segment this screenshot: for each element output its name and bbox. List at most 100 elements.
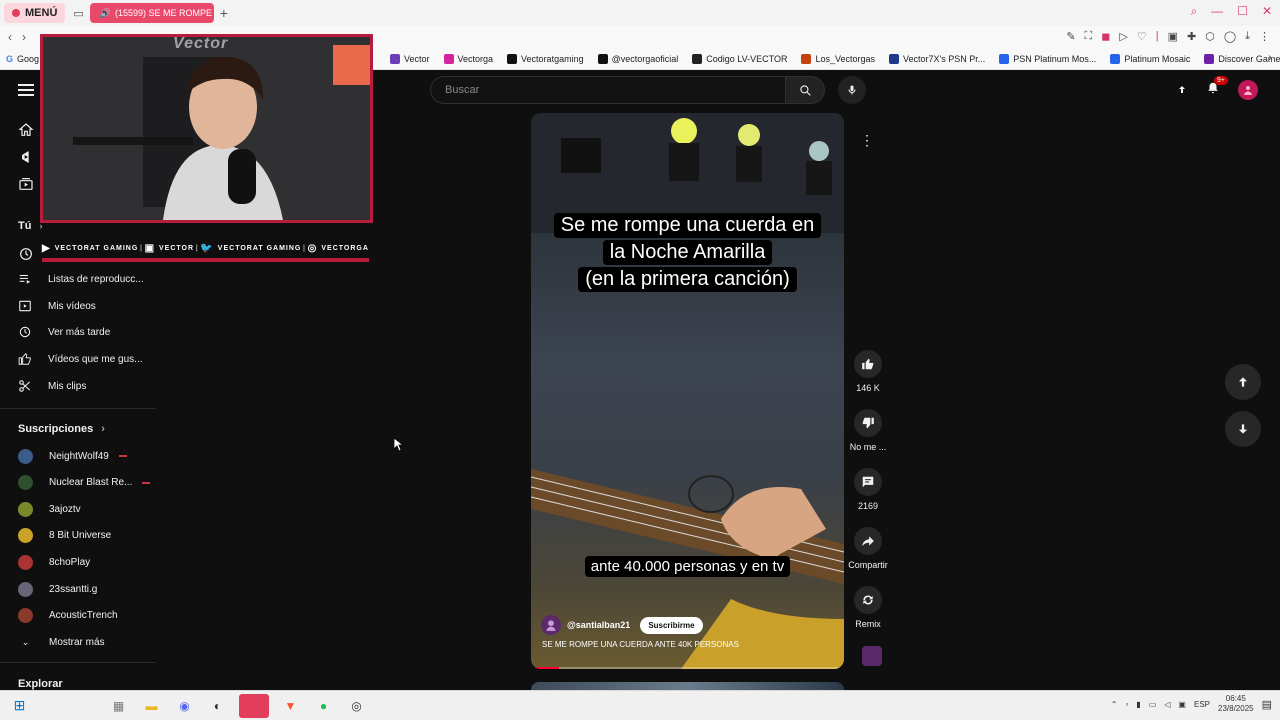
subscribe-button[interactable]: Suscribirme xyxy=(640,616,703,634)
bookmark-item[interactable]: Vector7X's PSN Pr... xyxy=(889,54,985,64)
playback-progress-bar[interactable] xyxy=(531,667,844,669)
spotify-icon[interactable]: ● xyxy=(312,695,335,717)
new-tab-plus-icon[interactable]: + xyxy=(220,5,228,21)
profile-icon[interactable]: ◯ xyxy=(1224,30,1236,43)
bookmark-item[interactable]: Vector xyxy=(390,54,430,64)
extension-d-icon[interactable]: ▣ xyxy=(1168,30,1178,43)
obs-icon[interactable]: ◎ xyxy=(345,695,368,717)
subscriptions-icon[interactable] xyxy=(18,176,34,192)
tray-ime-icon[interactable]: ▣ xyxy=(1178,700,1186,709)
bookmark-item[interactable]: @vectorgaoficial xyxy=(597,54,678,64)
brave-icon[interactable]: ▼ xyxy=(279,695,302,717)
pin-icon[interactable]: ✎ xyxy=(1066,30,1075,43)
channel-avatar xyxy=(18,475,33,491)
opera-gx-icon[interactable] xyxy=(239,693,269,718)
more-menu-icon[interactable]: ⋮ xyxy=(1259,30,1270,43)
bookmark-google[interactable]: G Goog xyxy=(6,54,39,64)
task-view-icon[interactable]: ❐ xyxy=(74,695,97,717)
tab-youtube-active[interactable]: 🔊 (15599) SE ME ROMPE xyxy=(89,3,214,23)
discord-icon[interactable]: ◉ xyxy=(173,695,196,717)
tray-clock[interactable]: 06:45 23/8/2025 xyxy=(1218,694,1254,714)
tray-language[interactable]: ESP xyxy=(1194,700,1210,709)
sidebar-item[interactable]: Mis vídeos xyxy=(18,296,158,316)
heart-icon[interactable]: ♡ xyxy=(1137,30,1147,43)
sidebar-item[interactable]: Listas de reproducc... xyxy=(18,269,158,289)
remix-button[interactable]: Remix xyxy=(846,586,890,629)
short-video-player[interactable]: Se me rompe una cuerda en la Noche Amari… xyxy=(531,113,844,669)
share-button[interactable]: Compartir xyxy=(846,527,890,570)
bookmark-item[interactable]: Vectorga xyxy=(443,54,493,64)
minimize-icon[interactable]: — xyxy=(1211,4,1223,19)
watch-later-icon xyxy=(18,325,32,339)
sidebar-item[interactable]: Vídeos que me gus... xyxy=(18,349,158,369)
channel-avatar[interactable] xyxy=(541,615,561,635)
subscription-item[interactable]: 3ajoztv xyxy=(18,499,158,519)
short-more-options-icon[interactable]: ⋮ xyxy=(860,132,874,149)
bookmark-item[interactable]: Platinum Mosaic xyxy=(1110,54,1190,64)
search-input[interactable] xyxy=(430,76,785,104)
browser-search-icon[interactable]: ⌕ xyxy=(1190,4,1197,19)
subscription-name: Nuclear Blast Re... xyxy=(49,477,133,489)
subscription-item[interactable]: 8 Bit Universe xyxy=(18,526,158,546)
back-arrow-icon[interactable]: ‹ xyxy=(8,30,12,44)
bookmark-item[interactable]: Los_Vectorgas xyxy=(801,54,875,64)
subscription-item[interactable]: Nuclear Blast Re... xyxy=(18,473,158,493)
guide-menu-icon[interactable] xyxy=(18,84,34,96)
like-button[interactable]: 146 K xyxy=(846,350,890,393)
home-icon[interactable] xyxy=(18,122,34,138)
shorts-icon[interactable] xyxy=(18,149,34,165)
subscriptions-section-heading[interactable]: Suscripciones › xyxy=(18,423,105,435)
browser-menu-label: MENÚ xyxy=(25,7,58,19)
sidebar-item[interactable]: Mis clips xyxy=(18,376,158,396)
subscription-item[interactable]: 23ssantti.g xyxy=(18,579,158,599)
next-short-preview[interactable] xyxy=(531,682,844,690)
short-title[interactable]: SE ME ROMPE UNA CUERDA ANTE 40K PERSONAS xyxy=(542,640,739,649)
channel-name[interactable]: @santialban21 xyxy=(567,620,630,630)
download-icon[interactable]: ⤓ xyxy=(1245,30,1250,43)
subscription-item[interactable]: AcousticTrench xyxy=(18,606,158,626)
you-section-heading[interactable]: Tú › xyxy=(18,220,42,232)
show-more-button[interactable]: ⌄ Mostrar más xyxy=(18,632,158,652)
sidebar-item[interactable]: Ver más tarde xyxy=(18,322,158,342)
tray-app-icon[interactable]: ▫ xyxy=(1125,700,1128,709)
maximize-icon[interactable]: ☐ xyxy=(1237,4,1248,19)
tab-manager-icon[interactable]: ▭ xyxy=(73,7,83,20)
notifications-button[interactable]: 9+ xyxy=(1206,75,1228,100)
previous-short-button[interactable] xyxy=(1225,364,1261,400)
windows-start-icon[interactable]: ⊞ xyxy=(8,695,31,717)
screenshot-icon[interactable]: ⛶ xyxy=(1085,30,1093,43)
extensions-icon[interactable]: ⬡ xyxy=(1205,30,1215,43)
bookmarks-overflow-chevron-icon[interactable]: › xyxy=(1268,52,1272,64)
notification-center-icon[interactable]: ▤ xyxy=(1262,698,1272,711)
bookmark-item[interactable]: Vectoratgaming xyxy=(507,54,584,64)
account-avatar[interactable] xyxy=(1238,80,1258,100)
next-short-button[interactable] xyxy=(1225,411,1261,447)
file-explorer-icon[interactable]: ▬ xyxy=(140,695,163,717)
subscription-item[interactable]: 8choPlay xyxy=(18,552,158,572)
player-icon[interactable]: ▷ xyxy=(1119,30,1127,43)
forward-arrow-icon[interactable]: › xyxy=(22,30,26,44)
browser-menu-button[interactable]: MENÚ xyxy=(4,3,66,23)
tray-mic-icon[interactable]: ▮ xyxy=(1136,700,1140,709)
bookmark-item[interactable]: Codigo LV-VECTOR xyxy=(692,54,787,64)
pocket-icon[interactable]: ◼ xyxy=(1101,30,1110,43)
taskbar-search-icon[interactable]: ⌕ xyxy=(41,695,64,717)
steam-icon[interactable]: ◐ xyxy=(206,695,229,717)
search-button[interactable] xyxy=(785,76,825,104)
bookmark-item[interactable]: PSN Platinum Mos... xyxy=(999,54,1096,64)
puzzle-icon[interactable]: ✚ xyxy=(1187,30,1196,43)
close-icon[interactable]: ✕ xyxy=(1262,4,1272,19)
sound-thumbnail[interactable] xyxy=(862,646,882,666)
tray-network-icon[interactable]: ▭ xyxy=(1149,700,1157,709)
tray-volume-icon[interactable]: ◁ xyxy=(1164,700,1170,709)
tray-chevron-up-icon[interactable]: ⌃ xyxy=(1111,700,1118,709)
app-icon[interactable]: ▦ xyxy=(107,695,130,717)
comments-button[interactable]: 2169 xyxy=(846,468,890,511)
history-icon[interactable] xyxy=(18,246,34,262)
subscription-item[interactable]: NeightWolf49 xyxy=(18,446,158,466)
bookmark-label: Vector7X's PSN Pr... xyxy=(903,54,986,64)
upload-icon[interactable] xyxy=(1176,84,1188,96)
voice-search-button[interactable] xyxy=(838,76,866,104)
dislike-button[interactable]: No me ... xyxy=(846,409,890,452)
playlist-icon xyxy=(18,272,32,286)
